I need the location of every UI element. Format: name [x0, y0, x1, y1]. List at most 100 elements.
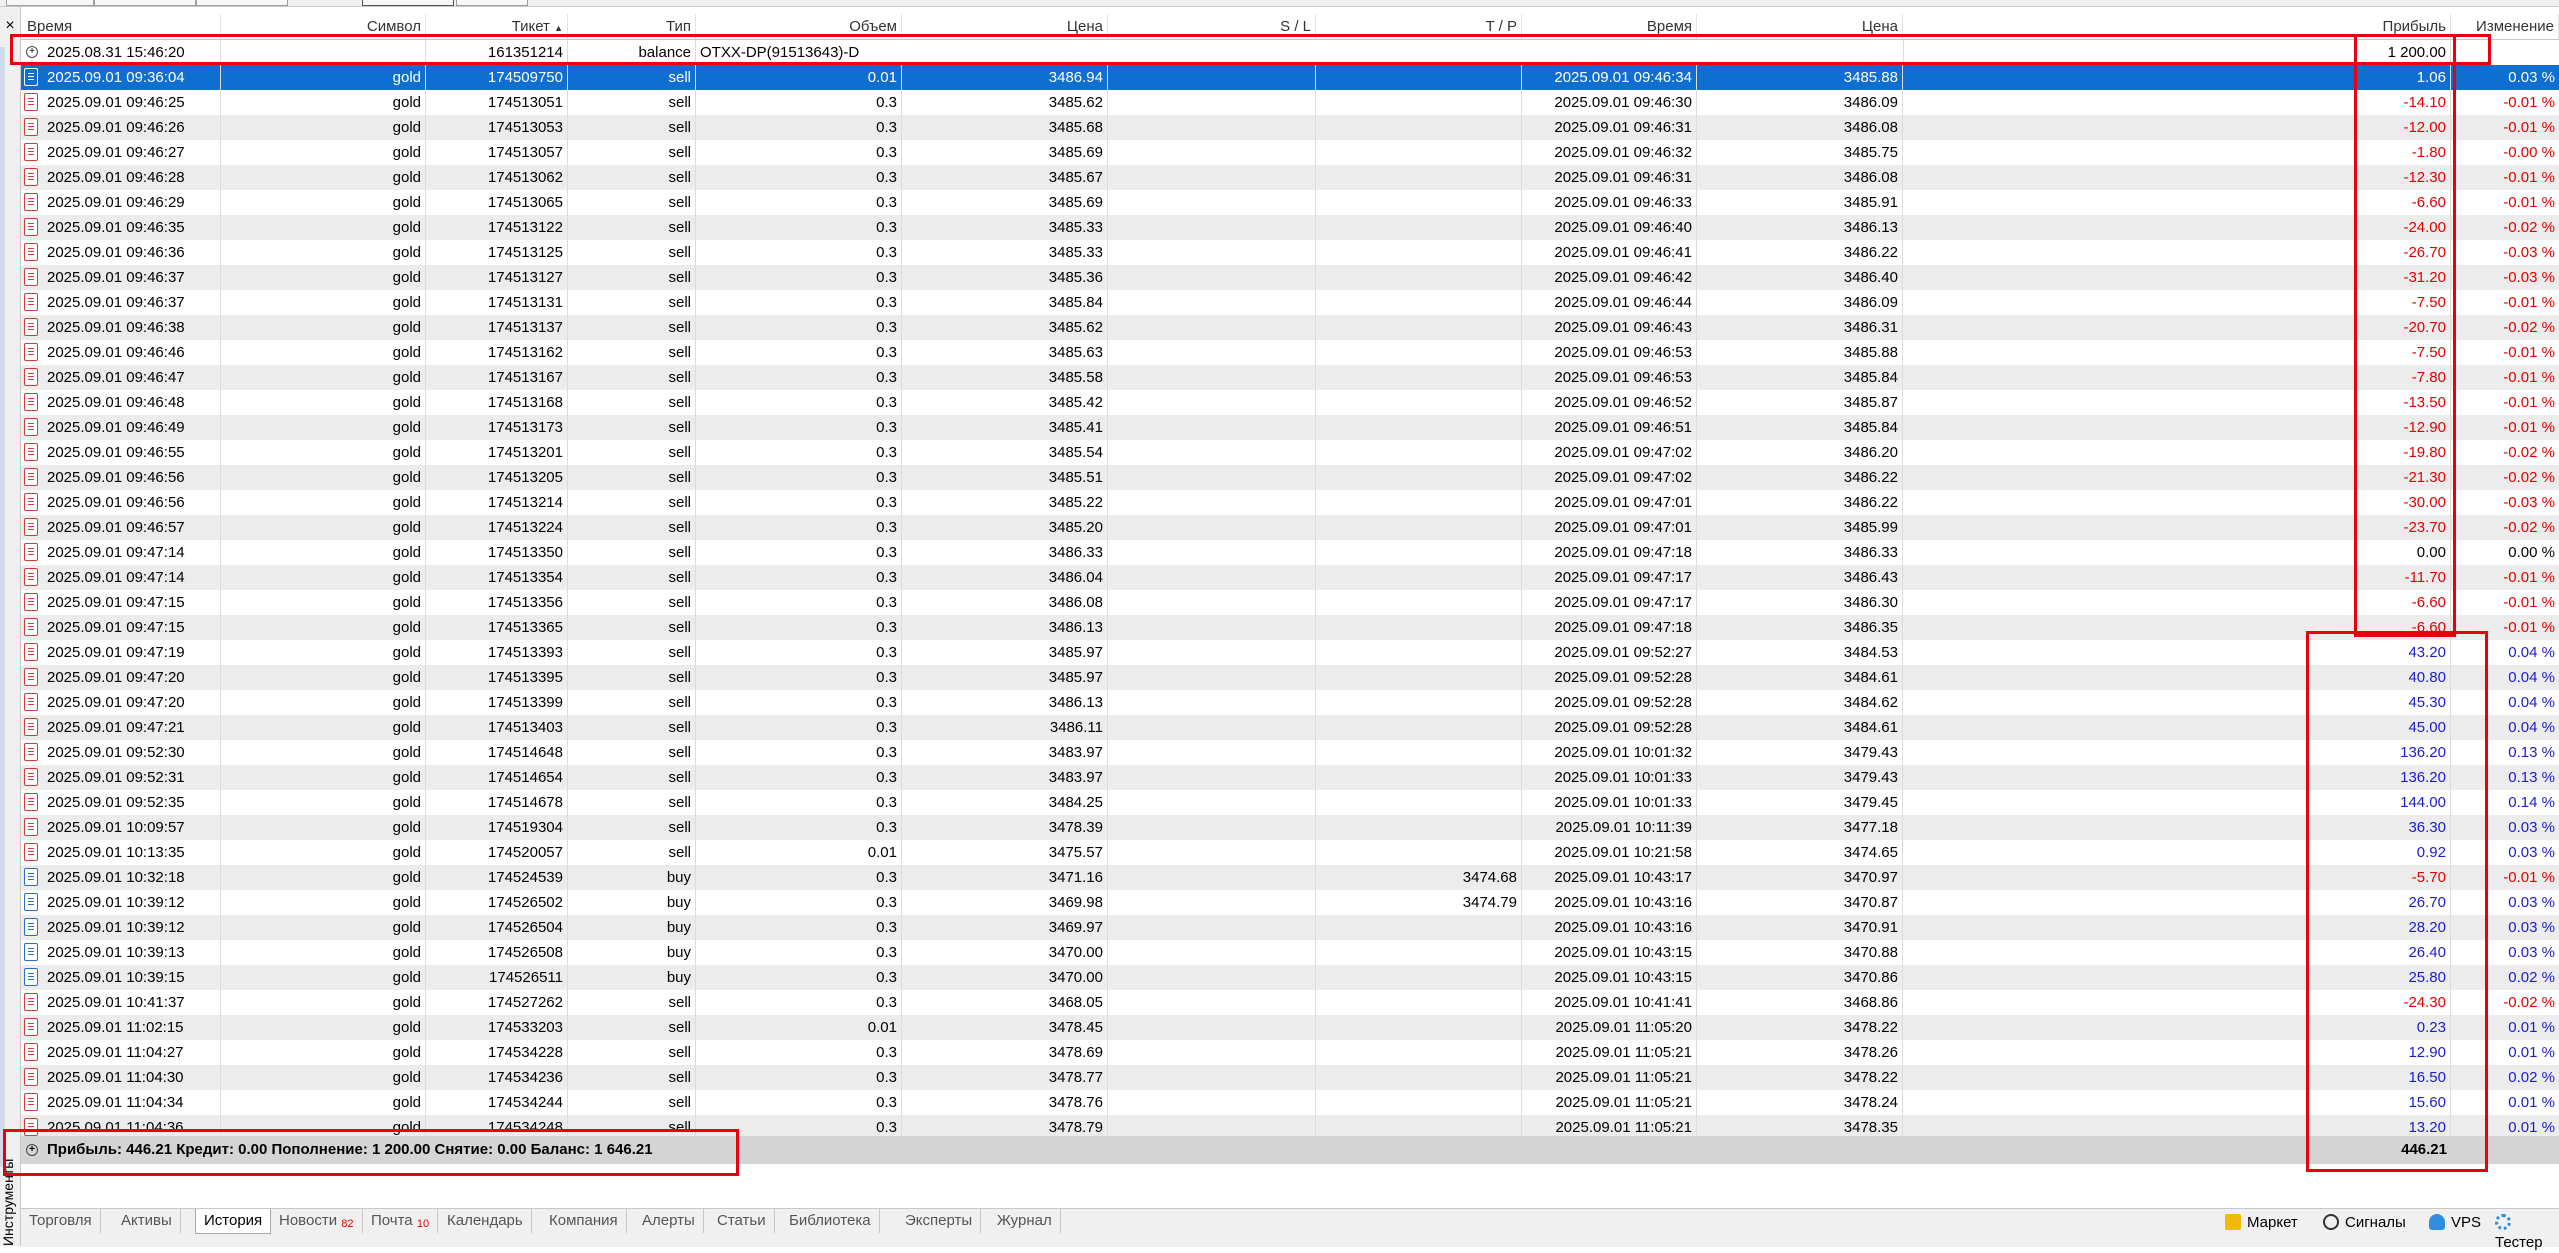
bottom-tab[interactable]: История [195, 1209, 272, 1234]
bottom-tab[interactable]: Журнал [989, 1209, 1061, 1233]
table-row[interactable]: 2025.09.01 11:04:34 gold 174534244 sell 0.3 3… [21, 1090, 2559, 1115]
table-row[interactable]: 2025.09.01 09:46:37 gold 174513131 sell 0.3 3… [21, 290, 2559, 315]
top-tab-5[interactable] [456, 0, 528, 6]
bottom-tab[interactable]: Торговля [21, 1209, 101, 1233]
table-row[interactable]: 2025.09.01 09:46:29 gold 174513065 sell 0.3 3… [21, 190, 2559, 215]
column-header-change[interactable]: Изменение [2451, 14, 2559, 39]
table-row[interactable]: 2025.09.01 10:09:57 gold 174519304 sell 0.3 3… [21, 815, 2559, 840]
cell-type: sell [568, 165, 696, 190]
top-tab-2[interactable] [94, 0, 196, 6]
table-row[interactable]: 2025.09.01 09:46:37 gold 174513127 sell 0.3 3… [21, 265, 2559, 290]
summary-row[interactable]: + Прибыль: 446.21 Кредит: 0.00 Пополнени… [21, 1136, 2559, 1164]
table-row[interactable]: 2025.09.01 09:46:56 gold 174513214 sell 0.3 3… [21, 490, 2559, 515]
top-tab-4[interactable] [362, 0, 454, 6]
column-header-price[interactable]: Цена [902, 14, 1108, 39]
close-icon[interactable]: × [2, 17, 18, 35]
table-row[interactable]: 2025.09.01 09:36:04 gold 174509750 sell 0.01… [21, 65, 2559, 90]
table-row[interactable]: 2025.09.01 09:46:38 gold 174513137 sell 0.3 3… [21, 315, 2559, 340]
table-row[interactable]: 2025.09.01 09:46:25 gold 174513051 sell 0.3 3… [21, 90, 2559, 115]
table-row[interactable]: 2025.09.01 09:46:55 gold 174513201 sell 0.3 3… [21, 440, 2559, 465]
table-row[interactable]: 2025.09.01 11:02:15 gold 174533203 sell 0.01… [21, 1015, 2559, 1040]
table-row[interactable]: 2025.09.01 09:46:26 gold 174513053 sell 0.3 3… [21, 115, 2559, 140]
table-row[interactable]: 2025.09.01 09:46:48 gold 174513168 sell 0.3 3… [21, 390, 2559, 415]
cell-open-price: 3485.20 [902, 515, 1108, 540]
table-row[interactable]: 2025.09.01 10:13:35 gold 174520057 sell 0.01… [21, 840, 2559, 865]
column-header-type[interactable]: Тип [568, 14, 696, 39]
table-row[interactable]: 2025.09.01 09:46:56 gold 174513205 sell 0.3 3… [21, 465, 2559, 490]
table-row[interactable]: 2025.09.01 09:46:57 gold 174513224 sell 0.3 3… [21, 515, 2559, 540]
table-row[interactable]: 2025.09.01 09:47:19 gold 174513393 sell 0.3 3… [21, 640, 2559, 665]
cell-close-time: 2025.09.01 09:47:01 [1522, 490, 1697, 515]
column-header-close-price[interactable]: Цена [1697, 14, 1903, 39]
bottom-tab[interactable]: Библиотека [781, 1209, 880, 1233]
bottom-tab[interactable]: Статьи [709, 1209, 775, 1233]
table-row[interactable]: 2025.09.01 09:47:14 gold 174513350 sell 0.3 3… [21, 540, 2559, 565]
table-row[interactable]: 2025.09.01 11:04:27 gold 174534228 sell 0.3 3… [21, 1040, 2559, 1065]
cell-close-time: 2025.09.01 10:01:33 [1522, 765, 1697, 790]
cell-change: 0.03 % [2508, 919, 2555, 936]
cell-change: -0.00 % [2503, 144, 2555, 161]
table-row[interactable]: 2025.09.01 11:04:30 gold 174534236 sell 0.3 3… [21, 1065, 2559, 1090]
cell-open-price: 3478.69 [902, 1040, 1108, 1065]
bottom-tab[interactable]: Новости 82 [271, 1209, 363, 1233]
table-row[interactable]: 2025.09.01 09:47:14 gold 174513354 sell 0.3 3… [21, 565, 2559, 590]
vps-button[interactable]: VPS [2429, 1213, 2481, 1233]
column-header-sl[interactable]: S / L [1108, 14, 1316, 39]
table-row[interactable]: 2025.09.01 09:46:46 gold 174513162 sell 0.3 3… [21, 340, 2559, 365]
signals-button[interactable]: Сигналы [2323, 1213, 2406, 1233]
table-row[interactable]: 2025.09.01 09:46:27 gold 174513057 sell 0.3 3… [21, 140, 2559, 165]
table-row[interactable]: 2025.09.01 10:39:13 gold 174526508 buy 0.3 34… [21, 940, 2559, 965]
bottom-tab[interactable]: Активы [113, 1209, 181, 1233]
column-header-open-time[interactable]: Время [21, 14, 221, 39]
bottom-tab[interactable]: Компания [541, 1209, 627, 1233]
table-row[interactable]: 2025.09.01 09:52:30 gold 174514648 sell 0.3 3… [21, 740, 2559, 765]
cell-type: sell [568, 1015, 696, 1040]
bottom-tab[interactable]: Почта 10 [363, 1209, 439, 1233]
cell-ticket: 174526508 [426, 940, 568, 965]
bottom-tab[interactable]: Алерты [634, 1209, 704, 1233]
table-row[interactable]: 2025.09.01 09:46:28 gold 174513062 sell 0.3 3… [21, 165, 2559, 190]
table-row[interactable]: 2025.09.01 09:47:15 gold 174513365 sell 0.3 3… [21, 615, 2559, 640]
top-tab-1[interactable] [6, 0, 94, 6]
table-row[interactable]: 2025.09.01 09:47:20 gold 174513399 sell 0.3 3… [21, 690, 2559, 715]
tester-button[interactable]: Тестер [2495, 1213, 2559, 1251]
table-row[interactable]: 2025.09.01 10:41:37 gold 174527262 sell 0.3 3… [21, 990, 2559, 1015]
table-row[interactable]: 2025.09.01 09:46:47 gold 174513167 sell 0.3 3… [21, 365, 2559, 390]
cell-change: -0.01 % [2503, 869, 2555, 886]
table-row[interactable]: 2025.09.01 09:47:21 gold 174513403 sell 0.3 3… [21, 715, 2559, 740]
top-tab-3[interactable] [196, 0, 288, 6]
bottom-tab[interactable]: Эксперты [897, 1209, 982, 1233]
cell-volume: 0.3 [696, 765, 902, 790]
column-header-tp[interactable]: T / P [1316, 14, 1522, 39]
column-header-volume[interactable]: Объем [696, 14, 902, 39]
column-header-ticket[interactable]: Тикет ▲ [426, 14, 568, 39]
table-row[interactable]: 2025.09.01 09:52:31 gold 174514654 sell 0.3 3… [21, 765, 2559, 790]
table-row[interactable]: 2025.09.01 10:39:12 gold 174526504 buy 0.3 34… [21, 915, 2559, 940]
cell-close-price: 3485.88 [1697, 340, 1903, 365]
cell-change: -0.02 % [2503, 519, 2555, 536]
market-button[interactable]: Маркет [2225, 1213, 2298, 1233]
cell-change: -0.03 % [2503, 269, 2555, 286]
table-row[interactable]: 2025.09.01 10:39:12 gold 174526502 buy 0.3 34… [21, 890, 2559, 915]
table-row[interactable]: 2025.09.01 09:52:35 gold 174514678 sell 0.3 3… [21, 790, 2559, 815]
cell-open-price: 3485.84 [902, 290, 1108, 315]
table-row[interactable]: 2025.09.01 09:47:20 gold 174513395 sell 0.3 3… [21, 665, 2559, 690]
column-header-close-time[interactable]: Время [1522, 14, 1697, 39]
cell-sl [1108, 715, 1316, 740]
bottom-tab[interactable]: Календарь [439, 1209, 532, 1233]
table-row[interactable]: 2025.09.01 09:47:15 gold 174513356 sell 0.3 3… [21, 590, 2559, 615]
cell-open-time: 2025.09.01 10:39:13 [21, 940, 221, 965]
table-row[interactable]: 2025.09.01 09:46:35 gold 174513122 sell 0.3 3… [21, 215, 2559, 240]
cell-sl [1108, 515, 1316, 540]
column-header-profit[interactable]: Прибыль [1903, 14, 2451, 39]
table-row[interactable]: 2025.09.01 09:46:49 gold 174513173 sell 0.3 3… [21, 415, 2559, 440]
table-row[interactable]: 2025.09.01 10:32:18 gold 174524539 buy 0.3 34… [21, 865, 2559, 890]
table-row[interactable]: 2025.09.01 10:39:15 gold 174526511 buy 0.3 34… [21, 965, 2559, 990]
vertical-tab-tools[interactable]: Инструменты [0, 1126, 17, 1246]
cell-close-time: 2025.09.01 09:47:18 [1522, 540, 1697, 565]
column-header-symbol[interactable]: Символ [221, 14, 426, 39]
table-row[interactable]: 2025.09.01 09:46:36 gold 174513125 sell 0.3 3… [21, 240, 2559, 265]
cell-volume: 0.3 [696, 565, 902, 590]
summary-plus-icon: + [26, 1144, 38, 1156]
balance-row[interactable]: + 2025.08.31 15:46:20 161351214 balance … [21, 40, 2559, 65]
